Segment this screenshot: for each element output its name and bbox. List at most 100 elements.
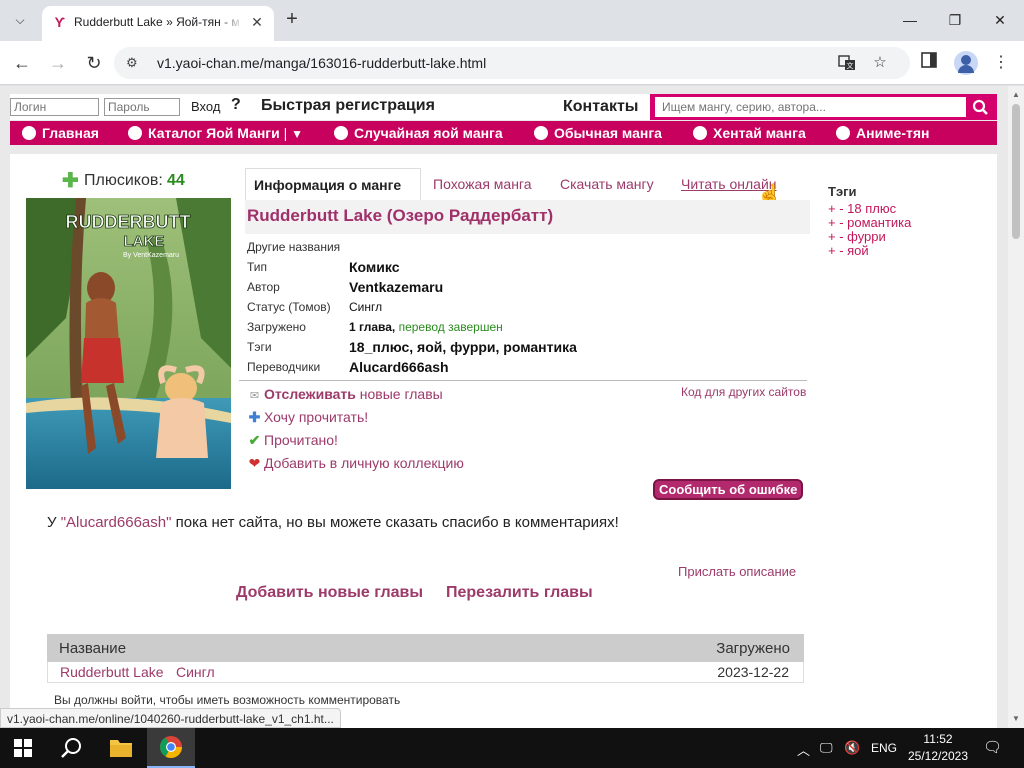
more-menu-icon[interactable]: ⋮ xyxy=(990,52,1012,74)
manga-cover-image[interactable]: RUDDERBUTT LAKE By VentKazemaru xyxy=(26,198,231,489)
add-collection-link[interactable]: ❤ Добавить в личную коллекцию xyxy=(248,455,464,472)
forward-button[interactable]: → xyxy=(45,50,71,76)
bookmark-star-icon[interactable]: ☆ xyxy=(871,54,889,72)
language-indicator[interactable]: ENG xyxy=(871,741,897,755)
want-to-read-link[interactable]: ✚ Хочу прочитать! xyxy=(248,409,369,426)
other-names-label: Другие названия xyxy=(247,240,341,254)
site-settings-icon[interactable]: ⚙ xyxy=(126,55,144,71)
plus-blue-icon: ✚ xyxy=(248,409,261,425)
password-input[interactable] xyxy=(104,98,180,116)
new-tab-button[interactable]: + xyxy=(282,9,302,29)
restore-button[interactable]: ❐ xyxy=(942,8,968,32)
menu-anime-chan[interactable]: Аниме-тян xyxy=(836,124,929,142)
translate-icon[interactable]: 文 xyxy=(838,54,856,72)
checkmark-icon: ✔ xyxy=(248,432,261,448)
minimize-button[interactable]: — xyxy=(897,8,923,32)
report-error-button[interactable]: Сообщить об ошибке xyxy=(653,479,804,500)
forward-arrow-icon: → xyxy=(49,53,67,73)
bullet-icon xyxy=(128,126,142,140)
main-menu: Главная Каталог Яой Манги | ▼ Случайная … xyxy=(10,121,997,145)
thanks-text: У "Alucard666ash" пока нет сайта, но вы … xyxy=(47,514,619,531)
track-chapters-link[interactable]: ✉ Отслеживать новые главы xyxy=(248,386,443,402)
tab-search-button[interactable]: ⌵ xyxy=(7,8,33,32)
network-icon[interactable]: 🖵 xyxy=(820,740,833,756)
envelope-icon: ✉ xyxy=(249,390,260,402)
scrollbar-thumb[interactable] xyxy=(1012,104,1020,239)
tab-close-icon[interactable]: ✕ xyxy=(248,13,266,31)
manga-card: ✚ Плюсиков: 44 RUDDERBUTT LAKE By VentKa… xyxy=(10,154,997,728)
file-explorer-button[interactable] xyxy=(97,728,145,768)
embed-code-link[interactable]: Код для других сайтов xyxy=(681,385,806,399)
chrome-icon xyxy=(160,736,182,758)
menu-regular-manga[interactable]: Обычная манга xyxy=(534,124,662,142)
reload-button[interactable]: ↻ xyxy=(81,50,107,76)
author-value[interactable]: Ventkazemaru xyxy=(349,279,443,295)
tag-link[interactable]: + - 18 плюс xyxy=(828,202,911,216)
rating-label: Плюсиков: xyxy=(84,172,163,189)
taskbar: ︿ 🖵 🔇 ENG 11:52 25/12/2023 🗨 xyxy=(0,728,1024,768)
search-icon xyxy=(969,97,991,117)
bullet-icon xyxy=(334,126,348,140)
menu-random[interactable]: Случайная яой манга xyxy=(334,124,503,142)
status-bar-url: v1.yaoi-chan.me/online/1040260-rudderbut… xyxy=(0,708,341,728)
login-to-comment-text: Вы должны войти, чтобы иметь возможность… xyxy=(54,693,401,707)
contacts-link[interactable]: Контакты xyxy=(563,98,638,116)
register-link[interactable]: Быстрая регистрация xyxy=(261,97,435,115)
windows-start-icon[interactable] xyxy=(14,739,32,757)
chevron-down-icon: ⌵ xyxy=(15,12,25,27)
tab-similar-manga[interactable]: Похожая манга xyxy=(433,176,532,192)
tag-link[interactable]: + - фурри xyxy=(828,230,911,244)
plus-icon[interactable]: ✚ xyxy=(62,168,79,193)
address-bar[interactable]: ⚙ v1.yaoi-chan.me/manga/163016-rudderbut… xyxy=(114,47,910,79)
scroll-up-icon[interactable]: ▲ xyxy=(1011,90,1021,100)
search-icon xyxy=(61,738,81,758)
folder-icon xyxy=(110,740,132,757)
search-input[interactable] xyxy=(655,97,966,117)
volume-muted-icon[interactable]: 🔇 xyxy=(844,740,860,756)
tag-link[interactable]: + - яой xyxy=(828,244,911,258)
translator-value[interactable]: Alucard666ash xyxy=(349,359,449,375)
close-window-button[interactable]: ✕ xyxy=(987,8,1013,32)
chapter-link[interactable]: Rudderbutt Lake xyxy=(60,664,164,680)
translation-status: перевод завершен xyxy=(398,320,503,334)
menu-hentai[interactable]: Хентай манга xyxy=(693,124,806,142)
notifications-icon[interactable]: 🗨 xyxy=(983,738,1002,756)
column-uploaded: Загружено xyxy=(716,640,790,657)
mark-read-link[interactable]: ✔ Прочитано! xyxy=(248,432,338,449)
site-favicon-icon: Ƴ xyxy=(54,14,66,30)
page-scrollbar[interactable]: ▲ ▼ xyxy=(1008,86,1024,728)
taskbar-clock[interactable]: 11:52 25/12/2023 xyxy=(898,731,978,765)
back-button[interactable]: ← xyxy=(9,50,35,76)
send-description-link[interactable]: Прислать описание xyxy=(678,564,796,579)
help-link[interactable]: ? xyxy=(231,96,241,114)
bullet-icon xyxy=(22,126,36,140)
menu-home[interactable]: Главная xyxy=(22,124,99,142)
chapter-date: 2023-12-22 xyxy=(717,664,789,680)
login-button[interactable]: Вход xyxy=(191,99,220,114)
add-chapters-link[interactable]: Добавить новые главы xyxy=(236,584,423,602)
login-input[interactable] xyxy=(10,98,99,116)
browser-tab[interactable]: Ƴ Rudderbutt Lake » Яой-тян - м ✕ xyxy=(42,6,274,41)
tags-value[interactable]: 18_плюс, яой, фурри, романтика xyxy=(349,339,577,355)
tab-download-manga[interactable]: Скачать мангу xyxy=(560,176,654,192)
scroll-down-icon[interactable]: ▼ xyxy=(1011,714,1021,724)
tag-link[interactable]: + - романтика xyxy=(828,216,911,230)
status-label: Статус (Томов) xyxy=(247,300,331,314)
translator-link[interactable]: "Alucard666ash" xyxy=(61,514,172,531)
taskbar-search-button[interactable] xyxy=(48,728,96,768)
column-name: Название xyxy=(59,640,127,657)
back-arrow-icon: ← xyxy=(13,53,31,73)
menu-catalog[interactable]: Каталог Яой Манги | ▼ xyxy=(128,124,303,142)
login-bar: Вход ? Быстрая регистрация Контакты xyxy=(10,94,997,120)
side-panel-icon[interactable] xyxy=(918,52,940,74)
bullet-icon xyxy=(534,126,548,140)
browser-tabstrip: ⌵ Ƴ Rudderbutt Lake » Яой-тян - м ✕ + — … xyxy=(0,0,1024,41)
reupload-chapters-link[interactable]: Перезалить главы xyxy=(446,584,593,602)
tab-manga-info[interactable]: Информация о манге xyxy=(245,168,421,200)
profile-avatar-icon[interactable] xyxy=(954,51,978,75)
chrome-taskbar-button[interactable] xyxy=(147,728,195,768)
tray-chevron-up-icon[interactable]: ︿ xyxy=(797,740,810,759)
search-button[interactable] xyxy=(969,97,991,117)
type-value[interactable]: Комикс xyxy=(349,259,399,275)
dropdown-caret-icon[interactable]: ▼ xyxy=(291,127,303,141)
